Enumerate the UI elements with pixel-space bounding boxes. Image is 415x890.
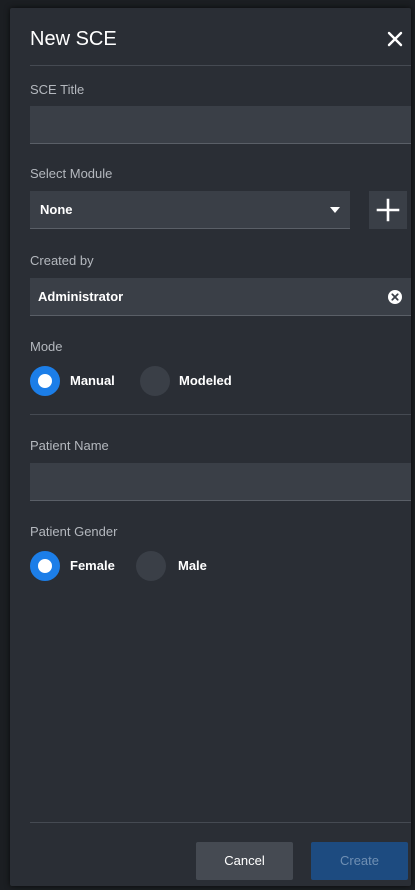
close-icon[interactable] <box>383 27 407 51</box>
gender-male-label[interactable]: Male <box>178 558 207 573</box>
gender-female-radio[interactable] <box>30 551 60 581</box>
created-by-value: Administrator <box>38 289 124 304</box>
clear-circle-icon[interactable] <box>387 289 403 305</box>
add-module-button[interactable] <box>369 191 407 229</box>
sce-title-label: SCE Title <box>30 82 85 97</box>
module-select[interactable]: None <box>30 191 350 229</box>
mode-radio-group: Manual Modeled <box>30 366 290 396</box>
plus-icon <box>376 198 400 222</box>
dialog-title: New SCE <box>30 28 117 50</box>
select-module-label: Select Module <box>30 166 113 181</box>
section-divider <box>30 414 411 415</box>
gender-male-radio[interactable] <box>136 551 166 581</box>
patient-name-input[interactable] <box>30 463 411 501</box>
mode-manual-label[interactable]: Manual <box>70 373 115 388</box>
new-sce-dialog: New SCE SCE Title Select Module None Cre… <box>10 8 411 886</box>
chevron-down-icon <box>330 207 340 213</box>
cancel-button[interactable]: Cancel <box>196 842 293 880</box>
mode-label: Mode <box>30 339 63 354</box>
patient-name-label: Patient Name <box>30 438 109 453</box>
mode-modeled-label[interactable]: Modeled <box>179 373 232 388</box>
gender-radio-group: Female Male <box>30 551 250 581</box>
mode-modeled-radio[interactable] <box>140 366 170 396</box>
header-divider <box>30 65 411 66</box>
mode-manual-radio[interactable] <box>30 366 60 396</box>
footer-divider <box>30 822 411 823</box>
module-selected-value: None <box>40 202 73 217</box>
patient-gender-label: Patient Gender <box>30 524 118 539</box>
created-by-label: Created by <box>30 253 94 268</box>
create-button[interactable]: Create <box>311 842 408 880</box>
created-by-field[interactable]: Administrator <box>30 278 411 316</box>
sce-title-input[interactable] <box>30 106 411 144</box>
gender-female-label[interactable]: Female <box>70 558 115 573</box>
